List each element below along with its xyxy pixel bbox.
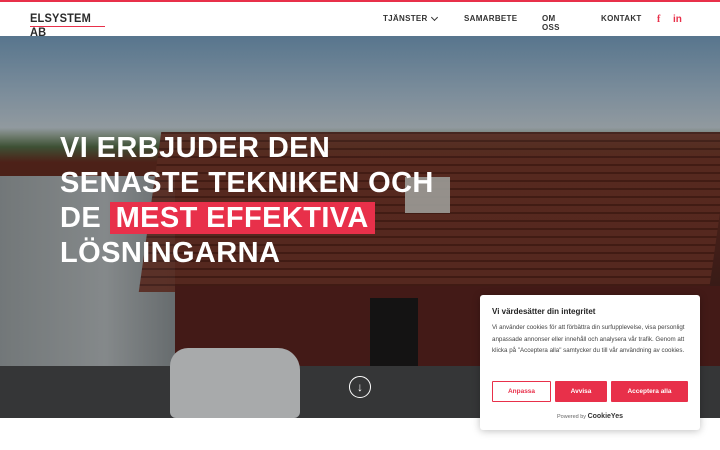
site-header: ELSYSTEM AB TJÄNSTER SAMARBETE OM OSS KO… <box>0 2 720 39</box>
logo-text: ELSYSTEM AB <box>30 11 91 39</box>
powered-by: Powered by CookieYes <box>480 413 700 420</box>
nav-item-collaboration[interactable]: SAMARBETE <box>464 14 517 23</box>
nav-item-label: KONTAKT <box>601 14 642 23</box>
cookie-title: Vi värdesätter din integritet <box>492 307 596 316</box>
headline-highlight: MEST EFFEKTIVA <box>109 202 375 234</box>
headline-line-1: VI ERBJUDER DEN <box>60 132 331 164</box>
arrow-down-icon: ↓ <box>357 380 363 394</box>
chevron-down-icon <box>430 13 438 21</box>
cookie-consent-banner: Vi värdesätter din integritet Vi använde… <box>480 295 700 430</box>
nav-item-services[interactable]: TJÄNSTER <box>383 13 438 23</box>
headline-line-3-prefix: DE <box>60 202 102 234</box>
accept-all-button[interactable]: Acceptera alla <box>611 381 688 402</box>
cookie-text: Vi använder cookies för att förbättra di… <box>492 324 685 354</box>
facebook-icon[interactable]: f <box>657 14 660 25</box>
headline-line-3: DE MEST EFFEKTIVA <box>60 201 460 236</box>
reject-button[interactable]: Avvisa <box>555 381 607 402</box>
nav-item-label: SAMARBETE <box>464 14 518 23</box>
nav-item-label: TJÄNSTER <box>383 14 428 23</box>
headline-line-2: SENASTE TEKNIKEN OCH <box>60 167 434 199</box>
nav-item-contact[interactable]: KONTAKT <box>601 14 642 23</box>
nav-item-about[interactable]: OM OSS <box>542 14 560 32</box>
headline-line-4: LÖSNINGARNA <box>60 237 281 269</box>
linkedin-icon[interactable]: in <box>673 14 682 25</box>
nav-item-label: OM OSS <box>542 14 560 32</box>
scroll-down-button[interactable]: ↓ <box>349 376 371 398</box>
powered-by-prefix: Powered by <box>557 414 587 420</box>
cookieyes-logo[interactable]: CookieYes <box>588 413 623 420</box>
cookie-buttons: Anpassa Avvisa Acceptera alla <box>492 381 688 403</box>
customize-button[interactable]: Anpassa <box>492 381 551 402</box>
hero-headline: VI ERBJUDER DEN SENASTE TEKNIKEN OCH DE … <box>60 131 460 271</box>
logo[interactable]: ELSYSTEM AB <box>30 11 105 39</box>
